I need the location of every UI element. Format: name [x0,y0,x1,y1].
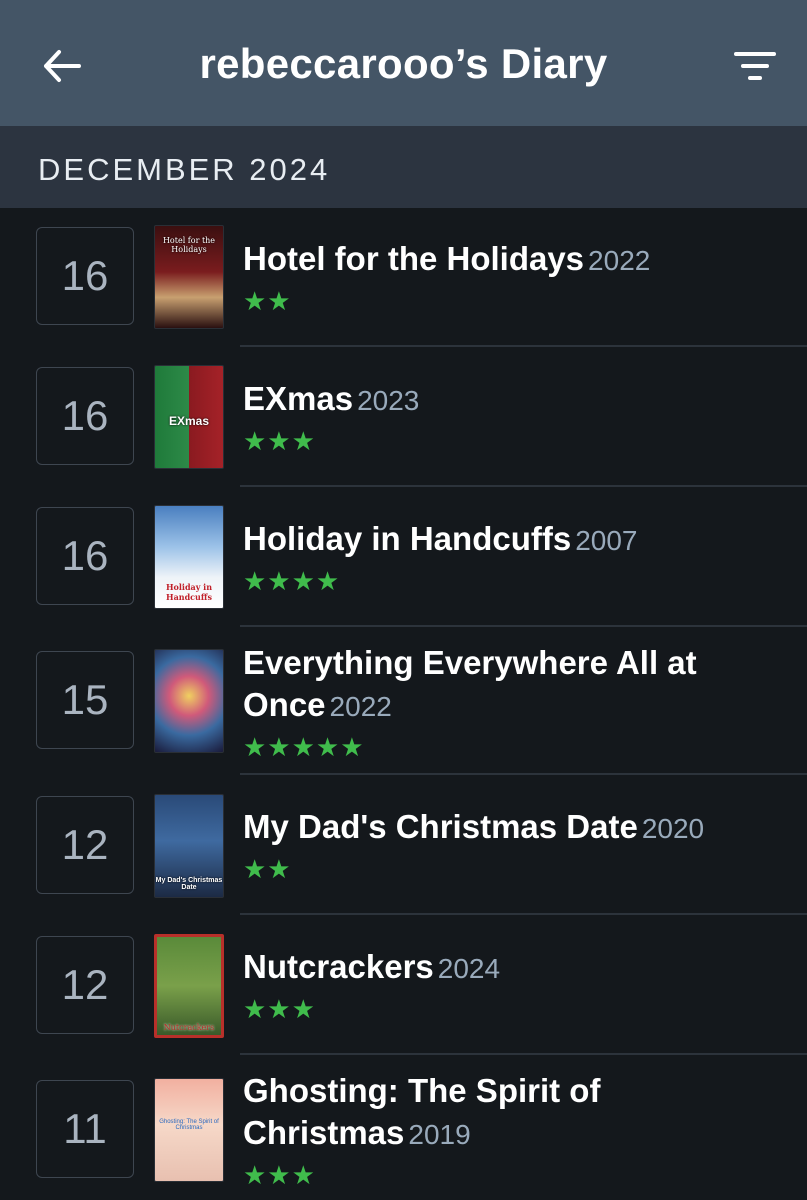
film-title-link[interactable]: Hotel for the Holidays 2022 [243,238,783,282]
row-divider [240,773,807,775]
star-rating: ★★ [243,286,292,316]
film-title-link[interactable]: Everything Everywhere All at Once 2022 [243,642,783,728]
film-year: 2022 [588,245,651,276]
day-box[interactable]: 16 [36,367,134,465]
filter-button[interactable] [731,44,779,88]
filter-icon [734,52,776,80]
poster-title: Hotel for the Holidays [162,236,216,254]
film-poster[interactable]: Holiday in Handcuffs [154,505,224,609]
film-title: Nutcrackers [243,948,434,985]
film-title: Everything Everywhere All at Once [243,644,697,723]
film-poster[interactable]: Ghosting: The Spirit of Christmas [154,1078,224,1182]
film-year: 2023 [357,385,420,416]
day-box[interactable]: 15 [36,651,134,749]
star-rating: ★★ [243,854,292,884]
film-title: My Dad's Christmas Date [243,808,638,845]
film-poster[interactable]: Nutcrackers [154,934,224,1038]
day-box[interactable]: 12 [36,936,134,1034]
star-rating: ★★★ [243,1160,316,1190]
film-title-link[interactable]: Nutcrackers 2024 [243,946,783,990]
film-poster[interactable]: My Dad's Christmas Date [154,794,224,898]
film-poster[interactable] [154,649,224,753]
poster-title: My Dad's Christmas Date [155,877,223,891]
poster-title: Ghosting: The Spirit of Christmas [159,1119,219,1131]
film-year: 2007 [575,525,638,556]
day-box[interactable]: 11 [36,1080,134,1178]
film-title: EXmas [243,380,354,417]
row-divider [240,625,807,627]
star-rating: ★★★ [243,994,316,1024]
star-rating: ★★★ [243,426,316,456]
film-title: Holiday in Handcuffs [243,520,572,557]
star-rating: ★★★★★ [243,732,365,762]
film-poster[interactable]: Hotel for the Holidays [154,225,224,329]
day-box[interactable]: 16 [36,507,134,605]
top-bar: rebeccarooo’s Diary [0,0,807,126]
row-divider [240,485,807,487]
day-box[interactable]: 16 [36,227,134,325]
row-divider [240,913,807,915]
film-year: 2022 [329,691,392,722]
film-title: Hotel for the Holidays [243,240,585,277]
film-title-link[interactable]: EXmas 2023 [243,378,783,422]
poster-title: Nutcrackers [163,1023,215,1032]
page-title: rebeccarooo’s Diary [199,40,608,87]
row-divider [240,345,807,347]
film-year: 2020 [641,813,705,844]
film-title-link[interactable]: Holiday in Handcuffs 2007 [243,518,783,562]
film-poster[interactable]: EXmas [154,365,224,469]
poster-title: EXmas [168,414,210,428]
star-rating: ★★★★ [243,566,341,596]
day-box[interactable]: 12 [36,796,134,894]
film-title-link[interactable]: My Dad's Christmas Date 2020 [243,806,783,850]
month-label: DECEMBER 2024 [38,152,331,187]
film-year: 2019 [408,1119,471,1150]
film-year: 2024 [437,953,501,984]
row-divider [240,1053,807,1055]
film-title-link[interactable]: Ghosting: The Spirit of Christmas 2019 [243,1070,783,1156]
poster-title: Holiday in Handcuffs [165,582,213,602]
